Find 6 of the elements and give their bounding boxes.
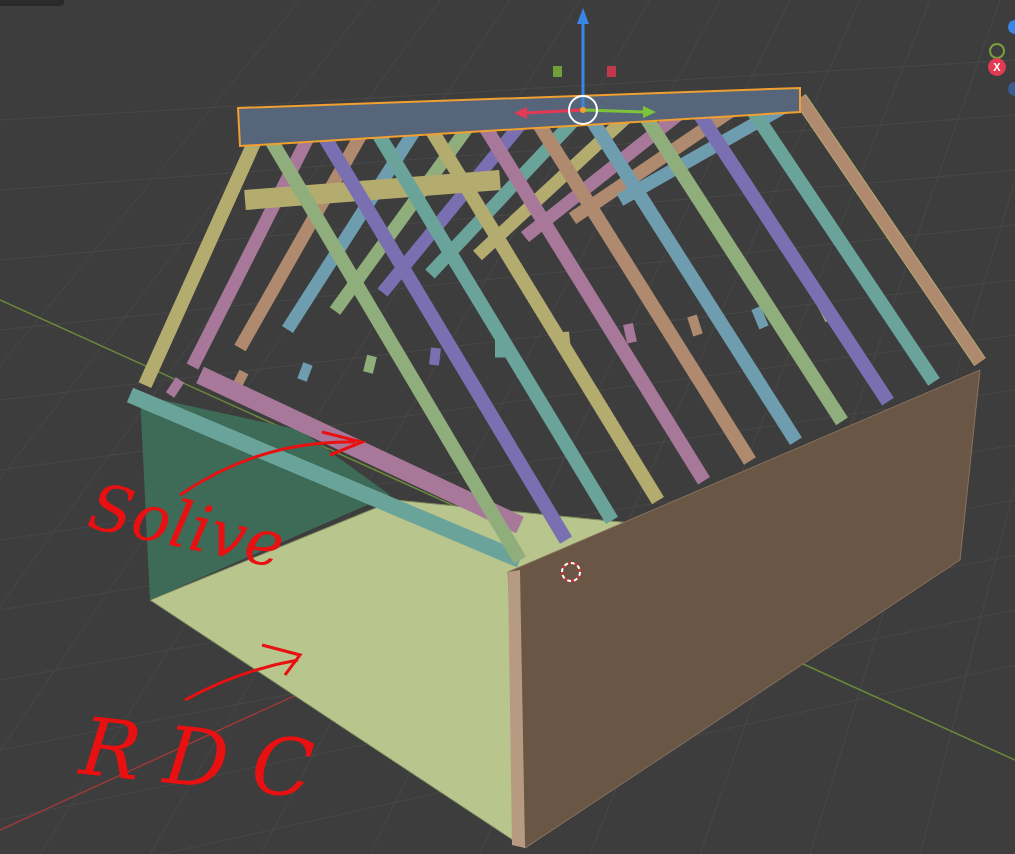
3d-viewport[interactable]: Solive RDC X (0, 0, 1015, 854)
x-axis-button[interactable]: X (988, 58, 1006, 76)
3d-cursor-icon (561, 562, 581, 582)
transform-gizmo-drawing[interactable] (514, 8, 656, 125)
annotation-text: RDC (74, 698, 343, 822)
annotation-text: Solive (81, 468, 292, 585)
